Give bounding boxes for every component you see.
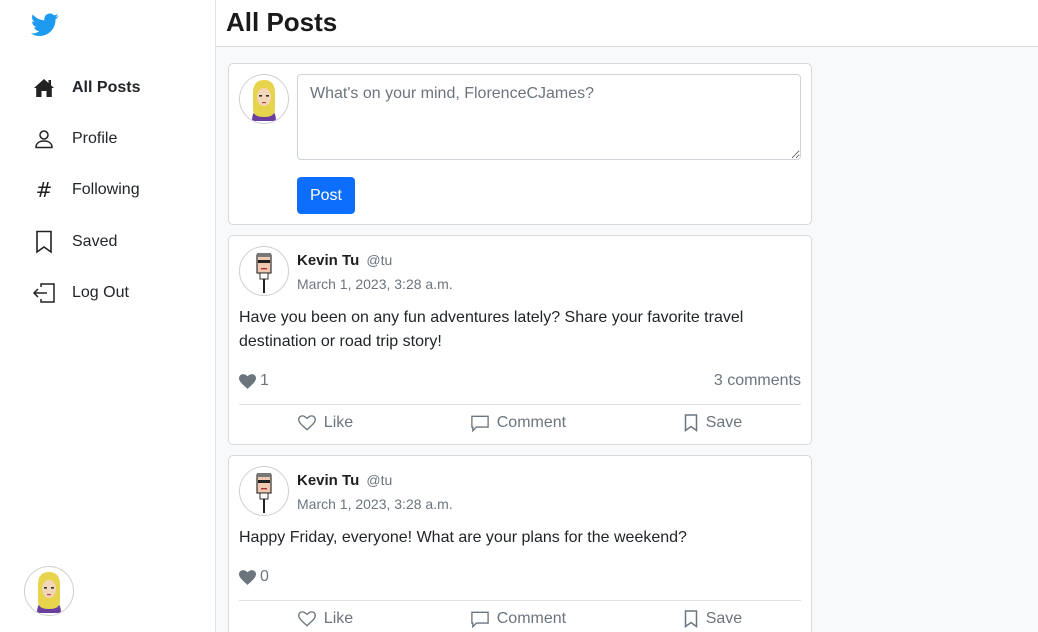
post-card: Kevin Tu @tu March 1, 2023, 3:28 a.m. Ha… <box>228 235 812 445</box>
post-stats: 0 <box>239 568 801 586</box>
divider <box>239 404 801 405</box>
heart-filled-icon <box>239 569 256 585</box>
author-handle[interactable]: @tu <box>366 252 392 268</box>
post-card: Kevin Tu @tu March 1, 2023, 3:28 a.m. Ha… <box>228 455 812 632</box>
feed: Post Kevin Tu @tu March 1, 2023, 3:28 a.… <box>216 47 1038 632</box>
like-count: 1 <box>239 372 269 390</box>
like-count: 0 <box>239 568 269 586</box>
avatar[interactable] <box>239 246 289 296</box>
app: All Posts Profile # Following Saved Log … <box>0 0 1038 632</box>
sidebar-nav: All Posts Profile # Following Saved Log … <box>0 62 215 318</box>
post-timestamp: March 1, 2023, 3:28 a.m. <box>297 276 453 292</box>
post-author: Kevin Tu @tu <box>297 472 392 489</box>
page-header: All Posts <box>216 0 1038 47</box>
hash-glyph: # <box>35 178 53 203</box>
save-button[interactable]: Save <box>684 414 742 432</box>
comments-count[interactable]: 3 comments <box>714 372 801 390</box>
post-stats: 1 3 comments <box>239 372 801 390</box>
like-button[interactable]: Like <box>297 414 354 432</box>
like-button[interactable]: Like <box>297 610 354 628</box>
post-button[interactable]: Post <box>297 177 355 214</box>
sidebar-item-log-out[interactable]: Log Out <box>0 267 215 318</box>
like-count-value: 0 <box>260 568 269 585</box>
heart-icon <box>297 415 316 431</box>
post-actions: Like Comment Save <box>239 414 801 432</box>
bookmark-icon <box>31 229 57 255</box>
post-timestamp: March 1, 2023, 3:28 a.m. <box>297 496 453 512</box>
comment-button[interactable]: Comment <box>470 610 567 628</box>
comment-label: Comment <box>496 414 567 431</box>
sidebar-item-following[interactable]: # Following <box>0 165 215 216</box>
sidebar-item-saved[interactable]: Saved <box>0 216 215 267</box>
logout-icon <box>31 280 57 306</box>
sidebar-item-label: Saved <box>72 232 118 250</box>
hash-icon: # <box>31 177 57 203</box>
post-body: Have you been on any fun adventures late… <box>239 309 744 350</box>
like-label: Like <box>323 610 354 627</box>
avatar <box>24 566 74 616</box>
person-icon <box>31 126 57 152</box>
like-label: Like <box>323 414 354 431</box>
post-actions: Like Comment Save <box>239 610 801 628</box>
sidebar-item-label: Profile <box>72 129 118 147</box>
post-composer-input[interactable] <box>297 74 801 160</box>
like-count-value: 1 <box>260 372 269 389</box>
comment-button[interactable]: Comment <box>470 414 567 432</box>
sidebar: All Posts Profile # Following Saved Log … <box>0 0 216 632</box>
author-handle[interactable]: @tu <box>366 472 392 488</box>
sidebar-item-label: Following <box>72 181 140 199</box>
current-user-avatar[interactable] <box>24 566 74 616</box>
bookmark-icon <box>684 610 697 628</box>
post-composer: Post <box>228 63 812 225</box>
sidebar-item-label: Log Out <box>72 283 129 301</box>
sidebar-item-label: All Posts <box>72 78 141 96</box>
divider <box>239 600 801 601</box>
author-name[interactable]: Kevin Tu <box>297 472 359 489</box>
avatar[interactable] <box>239 466 289 516</box>
home-icon <box>31 75 57 101</box>
post-author: Kevin Tu @tu <box>297 252 392 269</box>
sidebar-item-all-posts[interactable]: All Posts <box>0 62 215 113</box>
author-name[interactable]: Kevin Tu <box>297 252 359 269</box>
save-button[interactable]: Save <box>684 610 742 628</box>
comment-icon <box>470 415 489 432</box>
comment-icon <box>470 611 489 628</box>
comment-label: Comment <box>496 610 567 627</box>
save-label: Save <box>705 414 743 431</box>
sidebar-item-profile[interactable]: Profile <box>0 113 215 164</box>
heart-icon <box>297 611 316 627</box>
page-title: All Posts <box>226 7 338 37</box>
save-label: Save <box>705 610 743 627</box>
avatar <box>239 74 289 124</box>
post-body: Happy Friday, everyone! What are your pl… <box>239 529 687 546</box>
heart-filled-icon <box>239 373 256 389</box>
twitter-bird-icon[interactable] <box>30 13 59 39</box>
bookmark-icon <box>684 414 697 432</box>
